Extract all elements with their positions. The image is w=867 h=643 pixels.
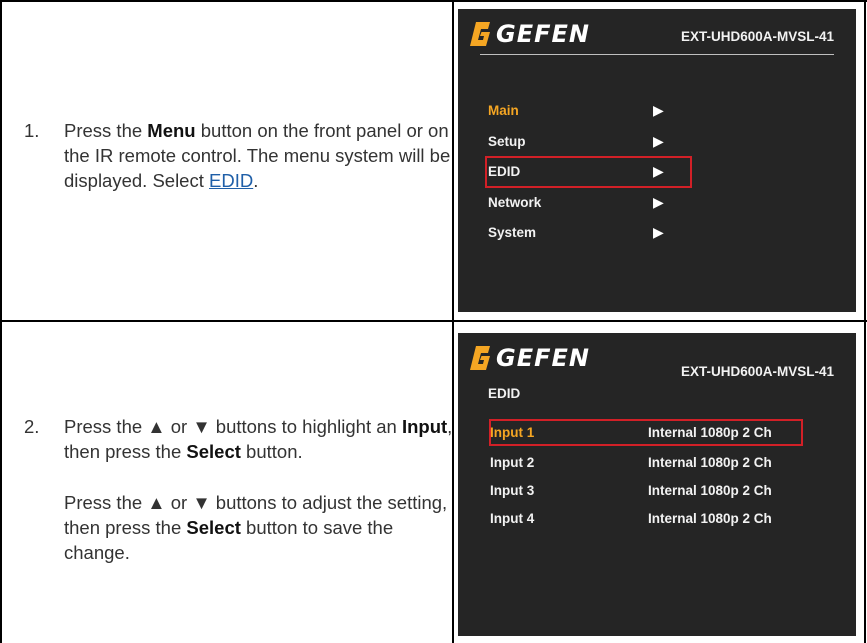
logo-text: GEFEN: [496, 20, 590, 48]
gefen-logo: GEFEN: [470, 342, 590, 374]
menu-screenshot: GEFEN EXT-UHD600A-MVSL-41 Main ▶ Setup ▶…: [458, 9, 856, 312]
input-2-edid-value: Internal 1080p 2 Ch: [648, 455, 772, 470]
right-arrow-icon: ▶: [653, 194, 664, 210]
menu-item-network[interactable]: Network: [488, 195, 541, 210]
input-1-edid-value: Internal 1080p 2 Ch: [648, 425, 772, 440]
menu-item-system[interactable]: System: [488, 225, 536, 240]
step-2-paragraph-2: Press the ▲ or ▼ buttons to adjust the s…: [64, 490, 464, 565]
menu-item-main[interactable]: Main: [488, 103, 519, 118]
step-number: 1.: [24, 120, 40, 141]
input-3-edid-value: Internal 1080p 2 Ch: [648, 483, 772, 498]
table-border-left: [0, 0, 2, 643]
menu-item-setup[interactable]: Setup: [488, 134, 526, 149]
select-button-name: Select: [186, 517, 241, 538]
text-run: Press the: [64, 120, 148, 141]
step-1-description: Press the Menu button on the front panel…: [64, 118, 464, 193]
menu-item-edid[interactable]: EDID: [488, 164, 520, 179]
input-4-edid-value: Internal 1080p 2 Ch: [648, 511, 772, 526]
model-number: EXT-UHD600A-MVSL-41: [680, 364, 834, 379]
table-row-divider: [0, 320, 867, 322]
step-number: 2.: [24, 416, 40, 437]
select-button-name: Select: [186, 441, 241, 462]
input-2-label[interactable]: Input 2: [490, 455, 534, 470]
edid-screen-title: EDID: [488, 386, 521, 401]
table-border-right: [864, 0, 866, 643]
step-2-paragraph-1: Press the ▲ or ▼ buttons to highlight an…: [64, 414, 464, 464]
menu-button-name: Menu: [147, 120, 196, 141]
gefen-logo-icon: [470, 20, 490, 48]
text-run: button.: [240, 441, 303, 462]
right-arrow-icon: ▶: [653, 163, 664, 179]
right-arrow-icon: ▶: [653, 224, 664, 240]
edid-screenshot: GEFEN EXT-UHD600A-MVSL-41 EDID Input 1 I…: [458, 333, 856, 636]
input-3-label[interactable]: Input 3: [490, 483, 534, 498]
header-divider: [480, 54, 834, 55]
input-4-label[interactable]: Input 4: [490, 511, 534, 526]
right-arrow-icon: ▶: [653, 133, 664, 149]
gefen-logo: GEFEN: [470, 18, 590, 50]
table-border-top: [0, 0, 867, 2]
edid-link[interactable]: EDID: [209, 170, 253, 191]
logo-text: GEFEN: [496, 344, 590, 372]
step-2-description: Press the ▲ or ▼ buttons to highlight an…: [64, 414, 464, 565]
text-run: Press the ▲ or ▼ buttons to highlight an: [64, 416, 402, 437]
model-number: EXT-UHD600A-MVSL-41: [680, 29, 834, 44]
input-1-label[interactable]: Input 1: [490, 425, 534, 440]
text-run: .: [253, 170, 259, 191]
input-term: Input: [401, 416, 448, 437]
right-arrow-icon: ▶: [653, 102, 664, 118]
instruction-table: 1. Press the Menu button on the front pa…: [0, 0, 867, 643]
gefen-logo-icon: [470, 344, 490, 372]
